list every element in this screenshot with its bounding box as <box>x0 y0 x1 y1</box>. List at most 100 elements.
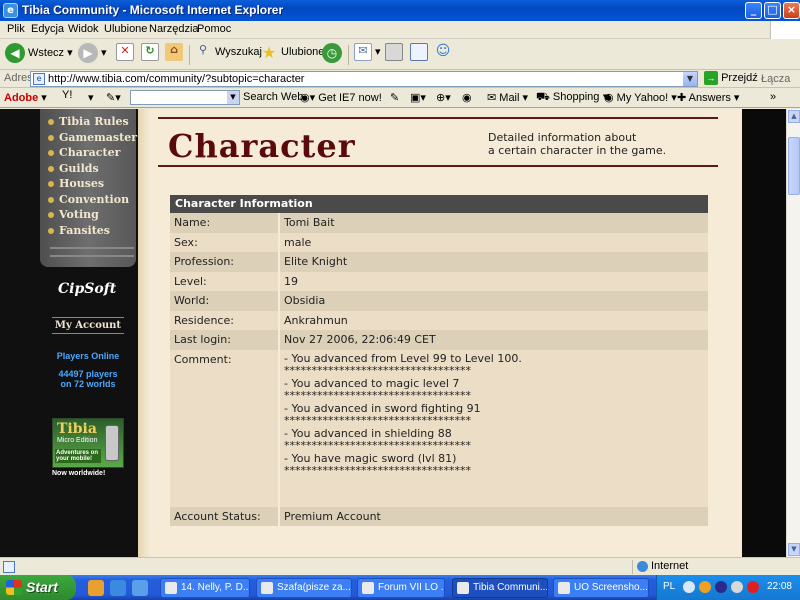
help-icon[interactable] <box>683 581 695 593</box>
bullet-icon <box>48 150 54 156</box>
scroll-down-icon[interactable]: ▼ <box>788 543 800 556</box>
close-button[interactable]: × <box>783 2 800 19</box>
go-button[interactable]: → Przejdź <box>704 71 758 85</box>
pencil-icon[interactable]: ✎▾ <box>106 91 121 104</box>
cipsoft-logo[interactable]: CipSoft <box>58 281 116 297</box>
search-button[interactable]: ⚲ Wyszukaj <box>194 43 262 67</box>
task-uo-screenshots[interactable]: UO Screensho... <box>553 578 649 598</box>
address-input[interactable]: e http://www.tibia.com/community/?subtop… <box>30 71 698 87</box>
table-row: Last login: Nov 27 2006, 22:06:49 CET <box>170 330 708 350</box>
print-button[interactable] <box>385 43 403 67</box>
task-forum[interactable]: Forum VII LO ... <box>357 578 445 598</box>
chevron-down-icon[interactable]: ▼ <box>683 72 697 86</box>
menu-edit[interactable]: Edycja <box>31 23 64 35</box>
nav-voting[interactable]: Voting <box>48 208 99 221</box>
nav-guilds[interactable]: Guilds <box>48 162 99 175</box>
yahoo-logo[interactable]: Y! <box>62 89 72 101</box>
nav-fansites[interactable]: Fansites <box>48 224 110 237</box>
messenger-button[interactable]: ☺ <box>434 43 452 67</box>
table-row: Residence: Ankrahmun <box>170 310 708 330</box>
highlight-icon[interactable]: ✎ <box>390 91 399 104</box>
minimize-button[interactable]: _ <box>745 2 762 19</box>
more-icon[interactable]: » <box>770 91 776 103</box>
security-icon[interactable] <box>747 581 759 593</box>
mail-button[interactable]: ✉ Mail ▾ <box>487 91 528 104</box>
task-tibia-community[interactable]: Tibia Communi... <box>452 578 548 598</box>
links-label[interactable]: Łącza <box>761 73 790 85</box>
now-worldwide-text: Now worldwide! <box>52 470 106 477</box>
nav-gamemaster[interactable]: Gamemaster <box>48 131 137 144</box>
security-zone: Internet <box>632 560 792 574</box>
forward-arrow-icon: ▶ <box>78 43 98 63</box>
tibia-me-banner[interactable]: Tibia Micro Edition Adventures on your m… <box>52 418 124 468</box>
adobe-button[interactable]: Adobe ▾ <box>4 91 47 104</box>
table-header: Character Information <box>170 195 708 213</box>
menu-view[interactable]: Widok <box>68 23 99 35</box>
table-row-comment: Comment: - You advanced from Level 99 to… <box>170 349 708 507</box>
address-bar: Adres e http://www.tibia.com/community/?… <box>0 70 800 88</box>
start-button[interactable]: Start <box>0 575 76 600</box>
show-desktop-icon[interactable] <box>88 580 104 596</box>
page-margin <box>742 109 786 557</box>
taskbar: Start 14. Nelly, P. D... Szafa(pisze za.… <box>0 575 800 600</box>
address-label: Adres <box>4 72 33 84</box>
scroll-thumb[interactable] <box>788 137 800 195</box>
page-icon: e <box>33 73 45 85</box>
task-nelly[interactable]: 14. Nelly, P. D... <box>160 578 250 598</box>
target-icon[interactable]: ⊕▾ <box>436 91 451 104</box>
search-web-button[interactable]: Search Web <box>243 91 303 103</box>
nav-character[interactable]: Character <box>48 146 120 159</box>
page-icon <box>3 561 15 573</box>
my-yahoo-button[interactable]: ◉ My Yahoo! ▾ <box>604 91 677 104</box>
home-button[interactable]: ⌂ <box>165 43 183 67</box>
back-arrow-icon: ◀ <box>5 43 25 63</box>
menu-file[interactable]: Plik <box>7 23 25 35</box>
system-tray: PL 22:08 <box>656 575 800 600</box>
table-row: Name: Tomi Bait <box>170 213 708 233</box>
stop-button[interactable]: ✕ <box>116 43 134 67</box>
nav-houses[interactable]: Houses <box>48 177 104 190</box>
favorites-button[interactable]: ★ Ulubione <box>260 43 325 67</box>
edit-button[interactable] <box>410 43 428 67</box>
nav-tibia-rules[interactable]: Tibia Rules <box>48 115 129 128</box>
yahoo-search-input[interactable]: ▼ <box>130 90 240 105</box>
forward-button[interactable]: ▶ ▾ <box>78 43 107 67</box>
table-row: Account Status: Premium Account <box>170 506 708 526</box>
status-bar: Internet <box>0 557 800 575</box>
menu-help[interactable]: Pomoc <box>197 23 231 35</box>
task-szafa[interactable]: Szafa(pisze za... <box>256 578 352 598</box>
players-online-link[interactable]: Players Online <box>52 351 124 361</box>
steam-icon[interactable] <box>715 581 727 593</box>
my-account-link[interactable]: My Account <box>52 317 124 334</box>
media-player-icon[interactable] <box>132 580 148 596</box>
refresh-button[interactable]: ↻ <box>141 43 159 67</box>
chevron-down-icon[interactable]: ▾ <box>88 91 94 104</box>
tray-app-icon[interactable] <box>699 581 711 593</box>
maximize-button[interactable]: □ <box>764 2 781 19</box>
home-icon: ⌂ <box>165 43 183 61</box>
menu-tools[interactable]: Narzędzia <box>149 23 199 35</box>
language-indicator[interactable]: PL <box>663 581 675 592</box>
parchment-border <box>138 109 150 557</box>
menu-favorites[interactable]: Ulubione <box>104 23 147 35</box>
chevron-down-icon[interactable]: ▣▾ <box>410 91 426 104</box>
bullet-icon <box>48 197 54 203</box>
nav-convention[interactable]: Convention <box>48 193 129 206</box>
ie-icon[interactable] <box>110 580 126 596</box>
chevron-down-icon[interactable]: ▼ <box>227 91 239 104</box>
answers-button[interactable]: ✚ Answers ▾ <box>677 91 739 104</box>
vertical-scrollbar[interactable]: ▲ ▼ <box>786 109 800 557</box>
messenger-icon[interactable]: ◉ <box>462 91 472 104</box>
get-ie7-button[interactable]: ◉▾ Get IE7 now! <box>300 91 382 104</box>
network-icon[interactable] <box>731 581 743 593</box>
scroll-up-icon[interactable]: ▲ <box>788 110 800 123</box>
nav-divider <box>50 255 134 257</box>
mail-button[interactable]: ✉ ▾ <box>354 43 381 67</box>
history-button[interactable]: ◷ <box>322 43 342 67</box>
bullet-icon <box>48 135 54 141</box>
shopping-button[interactable]: ⛟ Shopping ▾ <box>536 91 610 105</box>
window-title: Tibia Community - Microsoft Internet Exp… <box>22 3 284 17</box>
printer-icon <box>385 43 403 61</box>
back-button[interactable]: ◀ Wstecz ▾ <box>5 43 73 67</box>
ie-icon <box>457 582 469 594</box>
